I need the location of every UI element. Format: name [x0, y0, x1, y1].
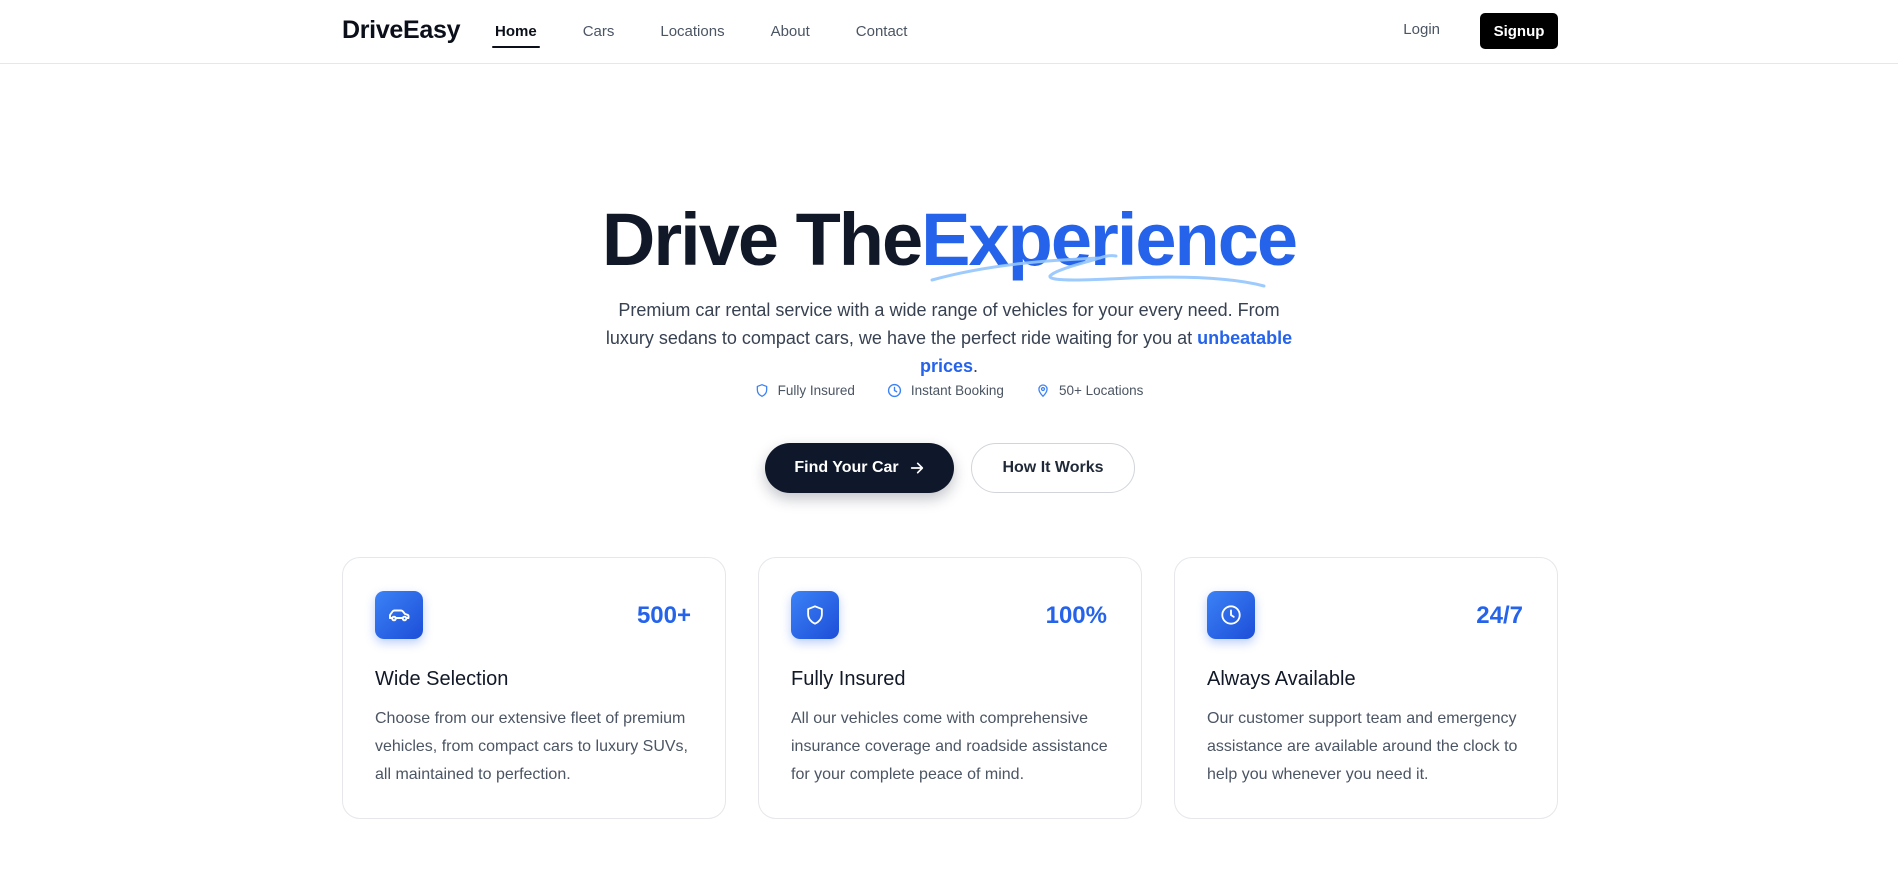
- how-it-works-button[interactable]: How It Works: [971, 443, 1135, 493]
- hero-cta-group: Find Your Car How It Works: [765, 443, 1135, 493]
- find-your-car-label: Find Your Car: [794, 459, 899, 476]
- card-stat: 500+: [636, 602, 691, 629]
- signup-button[interactable]: Signup: [1480, 13, 1558, 49]
- card-title: Fully Insured: [791, 668, 906, 690]
- clock-icon: [1221, 605, 1241, 625]
- squiggle-underline-decoration: [930, 254, 1266, 288]
- card-title: Wide Selection: [375, 668, 509, 690]
- hero-subtitle: Premium car rental service with a wide r…: [599, 296, 1299, 380]
- nav-link-locations[interactable]: Locations: [657, 19, 727, 44]
- card-description: Our customer support team and emergency …: [1207, 710, 1518, 783]
- nav-link-cars[interactable]: Cars: [580, 19, 618, 44]
- top-navbar: DriveEasy Home Cars Locations About Cont…: [0, 0, 1898, 64]
- card-title: Always Available: [1207, 668, 1356, 690]
- navbar-inner: DriveEasy Home Cars Locations About Cont…: [342, 0, 1558, 63]
- hero-title-main: Drive The: [601, 198, 923, 281]
- badge-label: 50+ Locations: [1058, 383, 1144, 398]
- card-stat: 24/7: [1476, 602, 1523, 629]
- feature-cards: 500+ Wide Selection Choose from our exte…: [342, 557, 1558, 819]
- nav-link-home[interactable]: Home: [492, 19, 540, 48]
- feature-card-wide-selection: 500+ Wide Selection Choose from our exte…: [342, 557, 726, 819]
- feature-card-always-available: 24/7 Always Available Our customer suppo…: [1174, 557, 1558, 819]
- card-description: All our vehicles come with comprehensive…: [791, 710, 1108, 783]
- car-icon: [389, 609, 410, 622]
- nav-links: Home Cars Locations About Contact: [492, 0, 950, 63]
- badge-label: Instant Booking: [910, 383, 1004, 398]
- card-icon-box: [791, 591, 839, 639]
- card-description: Choose from our extensive fleet of premi…: [375, 710, 688, 783]
- map-pin-icon: [1038, 384, 1048, 397]
- hero-subtitle-end: .: [973, 356, 979, 376]
- card-stat: 100%: [1045, 602, 1107, 629]
- brand-logo[interactable]: DriveEasy: [342, 16, 461, 45]
- badge-locations: 50+ Locations: [1036, 383, 1143, 398]
- shield-icon: [756, 384, 767, 397]
- badge-label: Fully Insured: [777, 383, 855, 398]
- find-your-car-button[interactable]: Find Your Car: [765, 443, 954, 493]
- feature-badges: Fully Insured Instant Booking 50+ Locati…: [0, 383, 1898, 398]
- feature-card-fully-insured: 100% Fully Insured All our vehicles come…: [758, 557, 1142, 819]
- badge-instant-booking: Instant Booking: [887, 383, 1004, 398]
- card-icon-box: [1207, 591, 1255, 639]
- arrow-right-icon: [910, 462, 923, 474]
- clock-icon: [887, 383, 901, 398]
- shield-icon: [807, 605, 823, 625]
- card-icon-box: [375, 591, 423, 639]
- hero-subtitle-text: Premium car rental service with a wide r…: [605, 300, 1280, 348]
- login-link[interactable]: Login: [1403, 21, 1440, 38]
- badge-fully-insured: Fully Insured: [755, 383, 855, 398]
- nav-link-about[interactable]: About: [768, 19, 813, 44]
- nav-link-contact[interactable]: Contact: [853, 19, 911, 44]
